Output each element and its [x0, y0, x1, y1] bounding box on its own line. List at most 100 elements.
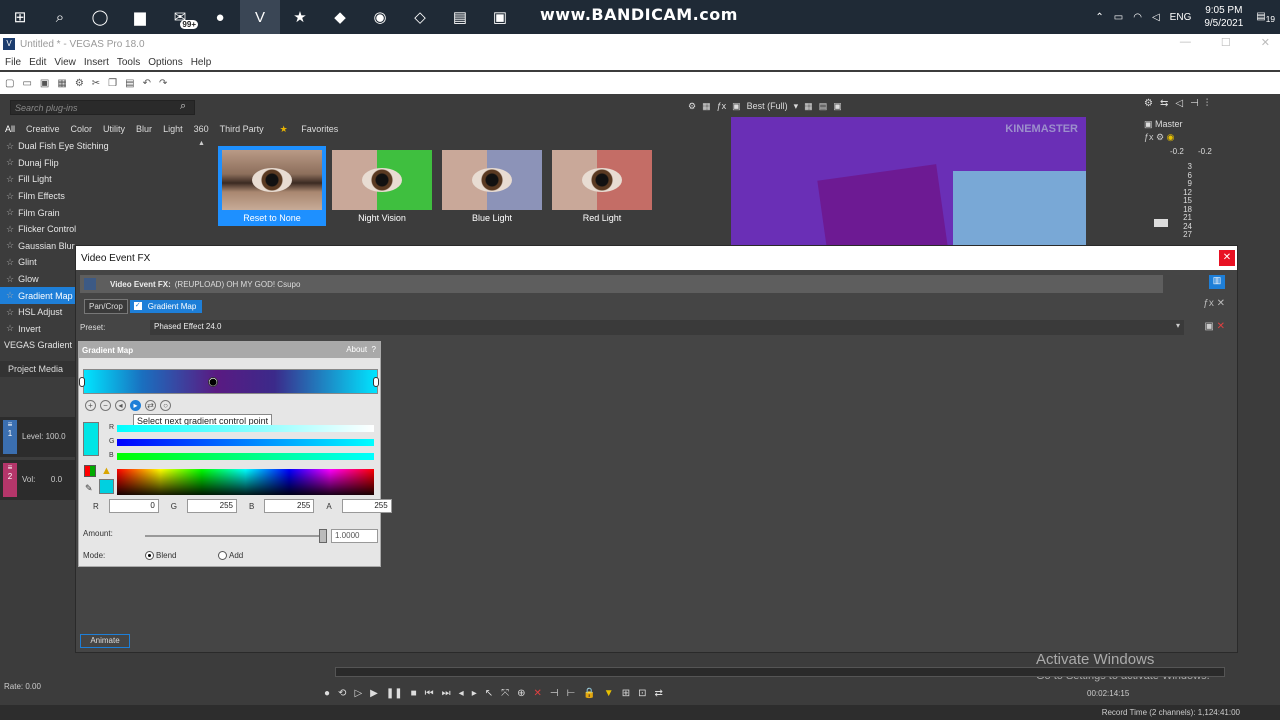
redo-icon[interactable]: ↷	[159, 78, 167, 89]
r-channel-slider[interactable]	[117, 425, 374, 432]
close-icon[interactable]: ✕	[1261, 36, 1270, 49]
overlays-icon[interactable]: ▦	[804, 101, 813, 112]
gradient-stop-right[interactable]	[373, 377, 379, 387]
plugin-item[interactable]: ☆ Dual Fish Eye Stiching	[0, 138, 210, 155]
blend-radio[interactable]	[145, 551, 154, 560]
b-channel-slider[interactable]	[117, 453, 374, 460]
menu-edit[interactable]: Edit	[29, 57, 46, 68]
delete-preset-icon[interactable]: ✕	[1217, 321, 1225, 332]
region-icon[interactable]: ⊞	[622, 688, 630, 699]
a-field[interactable]: 255	[341, 499, 392, 513]
mixer-icon[interactable]: ⇆	[1160, 98, 1168, 114]
plugin-item[interactable]: ☆ Film Grain	[0, 204, 210, 221]
color-spectrum[interactable]	[117, 469, 374, 495]
search-input[interactable]: Search plug-ins	[10, 100, 195, 115]
track-vol-label[interactable]: Vol: 0.0	[22, 475, 62, 484]
paste-icon[interactable]: ▤	[125, 78, 134, 89]
plugin-item[interactable]: ☆ Film Effects	[0, 188, 210, 205]
cut-icon[interactable]: ✂	[92, 78, 100, 89]
amount-slider-thumb[interactable]	[319, 529, 327, 543]
delete-icon[interactable]: ✕	[534, 688, 542, 699]
tab-light[interactable]: Light	[163, 124, 183, 134]
prev-frame-icon[interactable]: ◂	[459, 688, 464, 699]
next-frame-icon[interactable]: ▸	[472, 688, 477, 699]
reverse-icon[interactable]: ⇄	[145, 400, 156, 411]
play-icon[interactable]: ▶	[370, 688, 378, 699]
printer-icon[interactable]: ▤	[440, 0, 480, 34]
stop-icon[interactable]: ■	[411, 688, 417, 699]
fx-icon[interactable]: ƒx	[717, 101, 727, 111]
loop-icon[interactable]: ⟲	[338, 688, 346, 699]
open-icon[interactable]: ▭	[22, 78, 31, 89]
windows-start-icon[interactable]: ⊞	[0, 0, 40, 34]
color-swatch[interactable]	[83, 422, 99, 456]
maximize-icon[interactable]: ☐	[1221, 36, 1231, 49]
zoom-icon[interactable]: ●	[200, 0, 240, 34]
roblox-icon[interactable]: ◇	[400, 0, 440, 34]
copy-icon[interactable]: ❐	[108, 78, 117, 89]
preset-dropdown[interactable]: Phased Effect 24.0 ▾	[150, 320, 1184, 335]
gear-icon[interactable]: ⚙	[1144, 98, 1153, 114]
g-channel-slider[interactable]	[117, 439, 374, 446]
tab-favorites[interactable]: ★ Favorites	[275, 124, 345, 135]
chain-pan-crop[interactable]: Pan/Crop	[84, 298, 128, 314]
tab-project-media[interactable]: Project Media	[0, 361, 75, 377]
record-icon[interactable]: ●	[324, 688, 330, 699]
play-from-start-icon[interactable]: ▷	[354, 688, 362, 699]
save-snapshot-icon[interactable]: ▣	[833, 101, 842, 112]
menu-tools[interactable]: Tools	[117, 57, 140, 68]
split-view-icon[interactable]: ▥	[1209, 275, 1225, 289]
faders-icon[interactable]: ⫶	[1206, 98, 1209, 114]
gear-icon[interactable]: ⚙	[688, 101, 696, 112]
chevron-up-icon[interactable]: ⌃	[1095, 12, 1103, 23]
normal-edit-tool-icon[interactable]: ↖	[485, 688, 493, 699]
new-icon[interactable]: ▢	[5, 78, 14, 89]
fx-icon[interactable]: ƒx	[1144, 132, 1154, 142]
marker-icon[interactable]: ▼	[604, 688, 614, 699]
properties-icon[interactable]: ⚙	[75, 78, 84, 89]
zoom-tool-icon[interactable]: ⊕	[517, 688, 525, 699]
auto-ripple-icon[interactable]: ⇄	[654, 688, 662, 699]
preset-reset-to-none[interactable]: Reset to None	[218, 146, 326, 226]
downmix-icon[interactable]: ⊣	[1190, 98, 1199, 114]
blue-app-icon[interactable]: ◆	[320, 0, 360, 34]
lock-icon[interactable]: 🔒	[583, 688, 595, 699]
star-app-icon[interactable]: ★	[280, 0, 320, 34]
eyedropper-icon[interactable]: ✎	[85, 483, 93, 494]
g-field[interactable]: 255	[187, 499, 238, 513]
plugin-item[interactable]: ☆ Dunaj Flip	[0, 155, 210, 172]
plugin-item[interactable]: ☆ Fill Light	[0, 171, 210, 188]
chevron-down-icon[interactable]: ▾	[794, 101, 799, 112]
volume-icon[interactable]: ◁	[1152, 12, 1160, 23]
file-explorer-icon[interactable]: ▆	[120, 0, 160, 34]
trim-icon[interactable]: ⊣	[550, 688, 559, 699]
go-to-start-icon[interactable]: ⏮	[425, 688, 434, 699]
notification-icon[interactable]: ▤19	[1256, 11, 1275, 24]
master-fader-handle[interactable]	[1154, 219, 1168, 227]
split-icon[interactable]: ⊢	[567, 688, 576, 699]
go-to-end-icon[interactable]: ⏭	[442, 688, 451, 699]
copy-snapshot-icon[interactable]: ▤	[819, 101, 828, 112]
power-icon[interactable]: ◉	[1167, 132, 1175, 142]
save-preset-icon[interactable]: ▣ ✕	[1204, 321, 1225, 332]
gradient-bar[interactable]: ⬤	[79, 369, 379, 394]
next-point-icon[interactable]: ▸	[130, 400, 141, 411]
minimize-icon[interactable]: —	[1180, 36, 1191, 49]
close-icon[interactable]: ✕	[1219, 250, 1235, 266]
add-radio[interactable]	[218, 551, 227, 560]
gradient-stop-left[interactable]	[79, 377, 85, 387]
speaker-icon[interactable]: ◁	[1175, 98, 1183, 114]
tab-utility[interactable]: Utility	[103, 124, 125, 134]
menu-view[interactable]: View	[54, 57, 76, 68]
plugin-item[interactable]: ☆ Flicker Control	[0, 221, 210, 238]
envelope-tool-icon[interactable]: ⤧	[501, 688, 509, 699]
tab-color[interactable]: Color	[71, 124, 93, 134]
about-button[interactable]: About ?	[346, 345, 376, 354]
save-as-icon[interactable]: ▦	[57, 78, 66, 89]
b-field[interactable]: 255	[264, 499, 315, 513]
undo-icon[interactable]: ↶	[143, 78, 151, 89]
palette-icon[interactable]	[84, 465, 96, 477]
chain-gradient-map[interactable]: ✓ Gradient Map	[129, 299, 203, 313]
project-settings-icon[interactable]: ▦	[702, 101, 711, 112]
reset-icon[interactable]: ○	[160, 400, 171, 411]
